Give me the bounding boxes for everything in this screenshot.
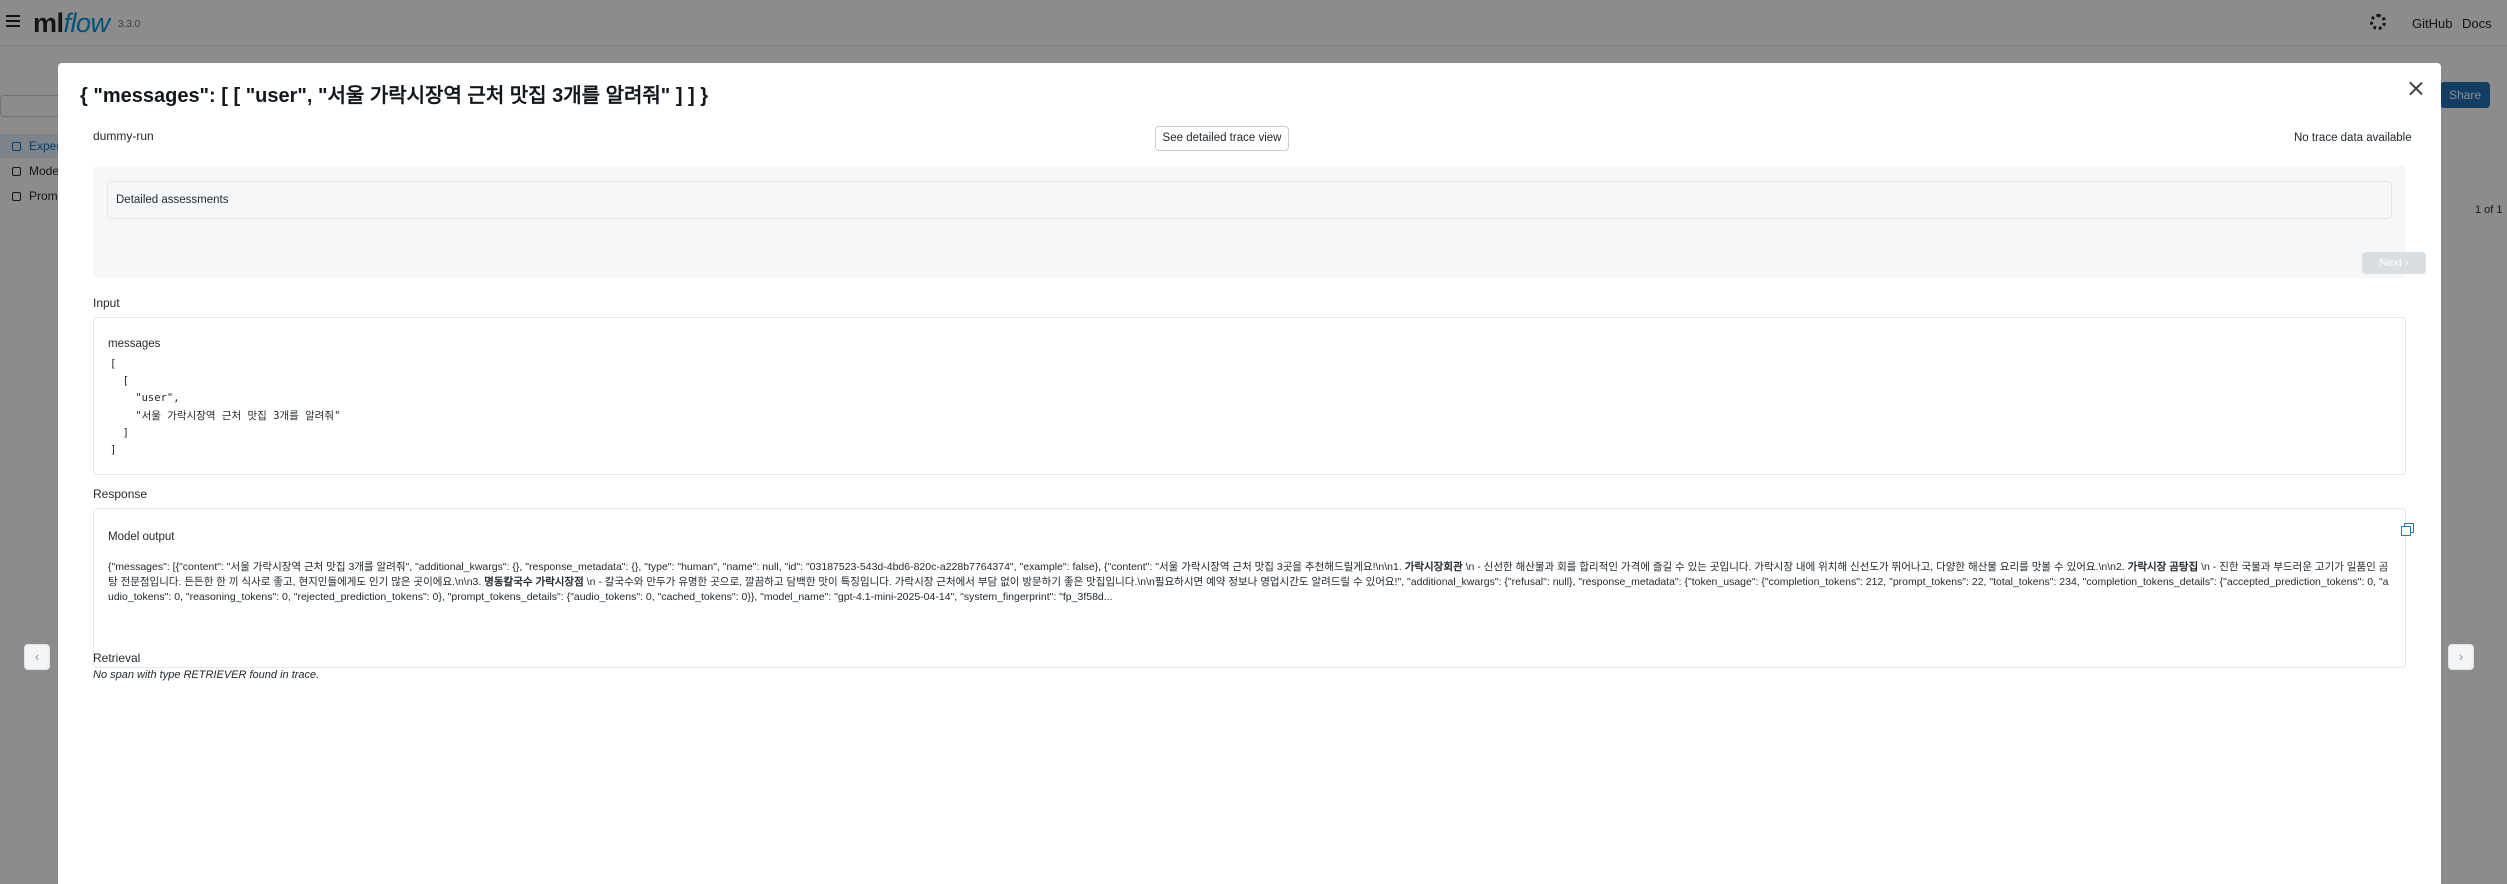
evaluation-modal: { "messages": [ [ "user", "서울 가락시장역 근처 맛…	[58, 63, 2441, 884]
run-name: dummy-run	[93, 129, 154, 143]
input-code: [ [ "user", "서울 가락시장역 근처 맛집 3개를 알려줘" ] ]	[110, 358, 341, 457]
next-button: Next ›	[2362, 252, 2426, 274]
input-label: Input	[93, 296, 120, 310]
no-trace-text: No trace data available	[2294, 132, 2412, 144]
response-label: Response	[93, 487, 148, 501]
input-messages-label: messages	[108, 338, 161, 350]
response-box: Model output {"messages": [{"content": "…	[93, 508, 2414, 668]
detailed-assessments[interactable]: Detailed assessments	[107, 181, 2392, 219]
see-trace-button[interactable]: See detailed trace view	[1155, 126, 1289, 151]
copy-icon[interactable]	[2401, 523, 2414, 536]
model-output-label: Model output	[108, 531, 175, 543]
previous-arrow-button[interactable]: ‹	[24, 644, 50, 670]
no-span-text: No span with type RETRIEVER found in tra…	[93, 669, 320, 681]
chevron-right-icon: ›	[2405, 257, 2409, 269]
retrieval-label: Retrieval	[93, 651, 141, 665]
input-box: messages [ [ "user", "서울 가락시장역 근처 맛집 3개를…	[93, 317, 2406, 475]
next-arrow-button[interactable]: ›	[2448, 644, 2474, 670]
response-text: {"messages": [{"content": "서울 가락시장역 근처 맛…	[108, 561, 2389, 604]
assessments-panel: Detailed assessments Next ›	[93, 166, 2426, 278]
modal-title: { "messages": [ [ "user", "서울 가락시장역 근처 맛…	[80, 85, 709, 107]
close-icon[interactable]	[2408, 80, 2424, 96]
